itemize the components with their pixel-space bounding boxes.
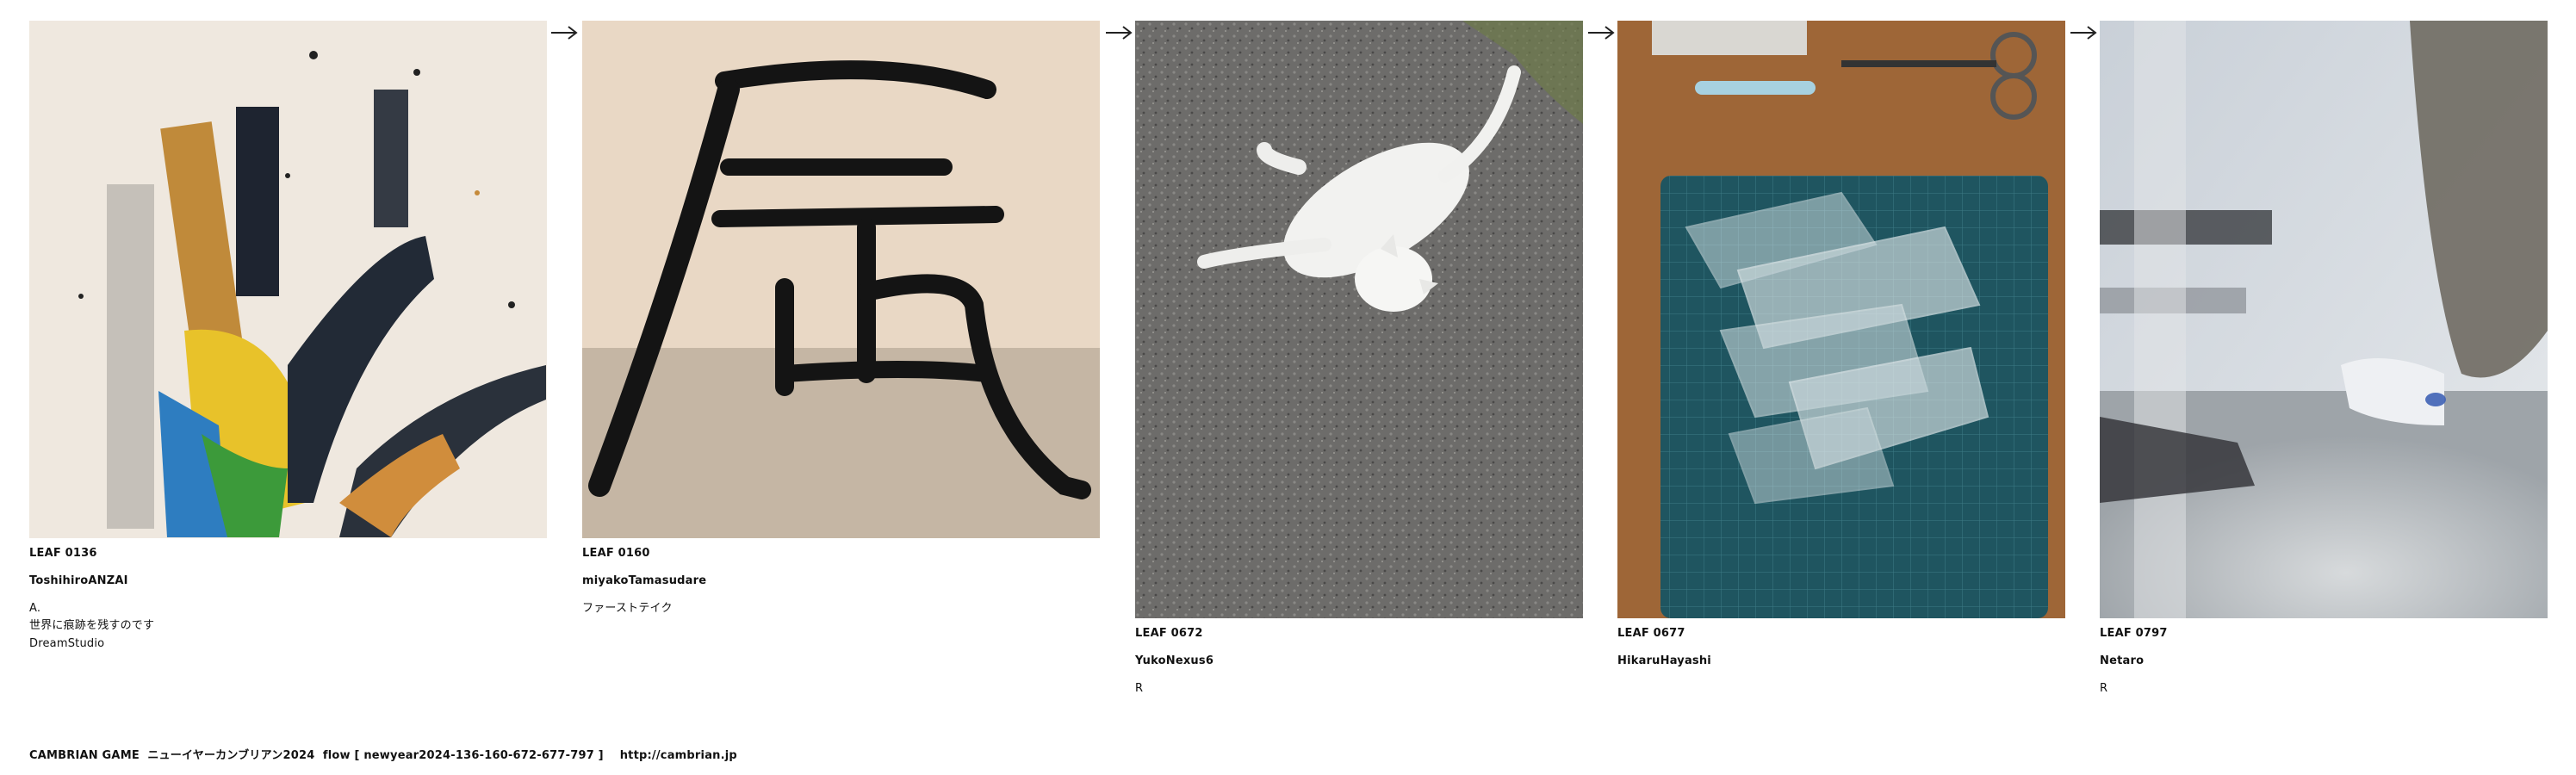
leaf-id: LEAF 0672 (1135, 627, 1203, 640)
leaf-note: R (2100, 682, 2108, 696)
arrow-right-icon (1106, 26, 1133, 40)
arrow-right-icon (551, 26, 578, 40)
leaf-image-blurred-motion[interactable] (2100, 21, 2548, 618)
leaf-note: R (1135, 682, 1144, 696)
leaf-author[interactable]: Netaro (2100, 653, 2548, 670)
leaf-image-calligraphy[interactable] (582, 21, 1100, 538)
leaf-card-0797: LEAF 0797 Netaro R (2100, 21, 2548, 698)
leaf-note: A. 世界に痕跡を残すのです DreamStudio (29, 602, 155, 650)
leaf-id: LEAF 0136 (29, 547, 97, 560)
leaf-author[interactable]: YukoNexus6 (1135, 653, 1583, 670)
leaf-card-0672: LEAF 0672 YukoNexus6 R (1135, 21, 1583, 698)
arrow-right-icon (2070, 26, 2097, 40)
leaf-author[interactable]: miyakoTamasudare (582, 573, 1100, 590)
leaf-author[interactable]: HikaruHayashi (1617, 653, 2065, 670)
leaf-id: LEAF 0677 (1617, 627, 1685, 640)
leaf-card-0136: LEAF 0136 ToshihiroANZAI A. 世界に痕跡を残すのです … (29, 21, 547, 653)
leaf-id: LEAF 0160 (582, 547, 650, 560)
leaf-card-0160: LEAF 0160 miyakoTamasudare ファーストテイク (582, 21, 1100, 617)
leaf-id: LEAF 0797 (2100, 627, 2168, 640)
leaf-image-cutting-mat[interactable] (1617, 21, 2065, 618)
arrow-right-icon (1588, 26, 1615, 40)
leaf-image-cat-on-asphalt[interactable] (1135, 21, 1583, 618)
leaf-author[interactable]: ToshihiroANZAI (29, 573, 547, 590)
leaf-note: ファーストテイク (582, 602, 673, 616)
leaf-image-abstract-painting[interactable] (29, 21, 547, 538)
leaf-card-0677: LEAF 0677 HikaruHayashi (1617, 21, 2065, 680)
footer-flow-info: CAMBRIAN GAME ニューイヤーカンブリアン2024 flow [ ne… (29, 749, 737, 762)
